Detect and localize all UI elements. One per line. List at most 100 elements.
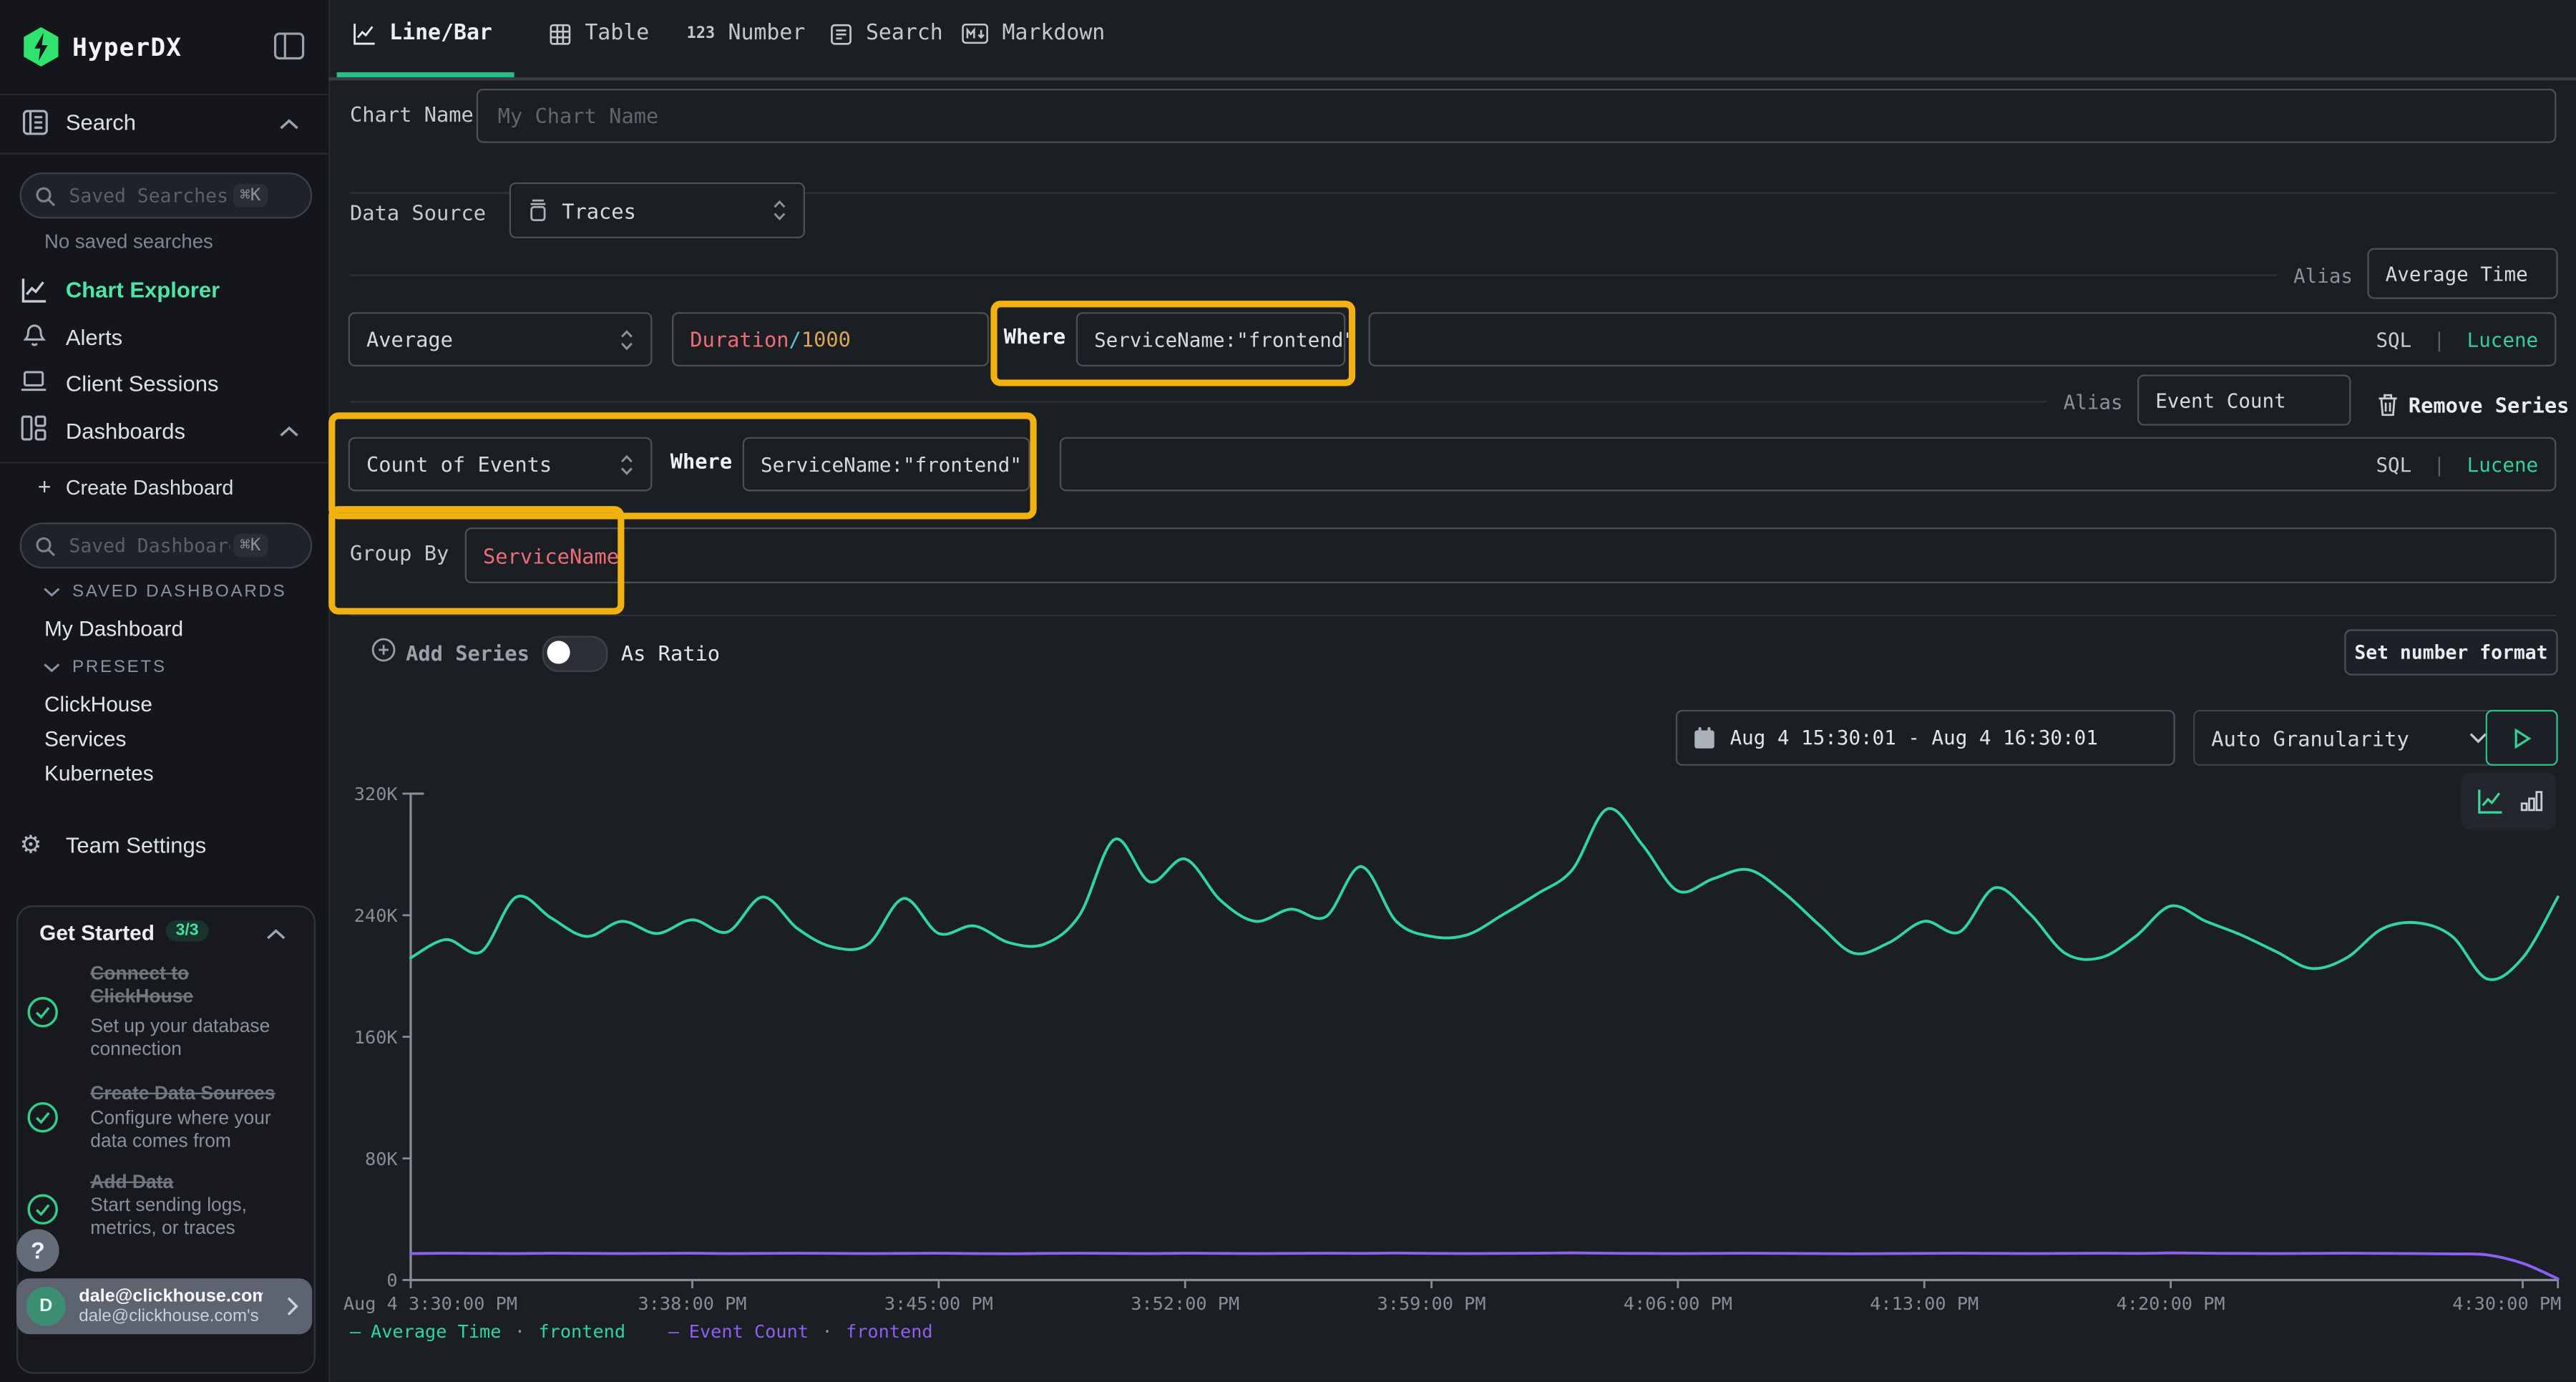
- remove-series-button[interactable]: Remove Series: [2409, 393, 2570, 417]
- profile-chip[interactable]: D dale@clickhouse.com dale@clickhouse.co…: [16, 1278, 312, 1334]
- search-icon: [34, 535, 56, 556]
- as-ratio-toggle[interactable]: [542, 636, 608, 673]
- chevron-up-icon[interactable]: [279, 118, 299, 131]
- y-axis-label: 160K: [354, 1027, 399, 1048]
- granularity-select[interactable]: Auto Granularity: [2193, 710, 2505, 766]
- saved-dashboards-input[interactable]: ⌘K: [20, 522, 313, 568]
- plus-icon: +: [38, 473, 52, 500]
- saved-searches-input[interactable]: ⌘K: [20, 172, 313, 218]
- chart-axes: [411, 794, 2558, 1280]
- group-by-input[interactable]: ServiceName: [465, 527, 2557, 583]
- select-chevrons-icon: [620, 328, 635, 351]
- markdown-icon: [961, 23, 989, 44]
- tab-markdown[interactable]: Markdown: [961, 21, 1105, 46]
- legend-item-average-time[interactable]: — Average Time · frontend: [350, 1321, 625, 1343]
- get-started-item-desc: Start sending logs, metrics, or traces: [90, 1194, 291, 1240]
- select-chevrons-icon: [620, 453, 635, 476]
- dashboards-icon: [20, 414, 48, 442]
- x-axis-label: 3:38:00 PM: [638, 1293, 746, 1314]
- chevron-down-icon[interactable]: [43, 662, 61, 673]
- divider: [0, 94, 328, 95]
- create-dashboard-button[interactable]: Create Dashboard: [66, 477, 234, 500]
- get-started-item-title[interactable]: Create Data Sources: [90, 1083, 297, 1106]
- x-axis-label: 4:30:00 PM: [2452, 1293, 2561, 1314]
- series-1-search-input[interactable]: SQL | Lucene: [1368, 312, 2556, 366]
- lucene-toggle[interactable]: Lucene: [2467, 328, 2539, 351]
- series-2-search-input[interactable]: SQL | Lucene: [1060, 437, 2557, 492]
- y-axis-label: 240K: [354, 905, 399, 926]
- sidebar-item-dashboards[interactable]: Dashboards: [66, 419, 185, 443]
- as-ratio-label: As Ratio: [621, 641, 720, 665]
- saved-dashboards-field[interactable]: [66, 532, 233, 559]
- time-range-picker[interactable]: Aug 4 15:30:01 - Aug 4 16:30:01: [1676, 710, 2175, 766]
- chart-name-input[interactable]: [477, 89, 2557, 143]
- run-query-button[interactable]: [2486, 710, 2558, 766]
- group-by-label: Group By: [350, 540, 449, 565]
- sidebar-item-clickhouse[interactable]: ClickHouse: [44, 692, 152, 716]
- check-circle-icon: [26, 1193, 59, 1226]
- sidebar-item-kubernetes[interactable]: Kubernetes: [44, 761, 154, 785]
- set-number-format-button[interactable]: Set number format: [2344, 629, 2557, 675]
- sql-toggle[interactable]: SQL: [2376, 328, 2411, 351]
- divider: [350, 615, 2556, 616]
- chart-canvas[interactable]: 080K160K240K320KAug 4 3:30:00 PM3:38:00 …: [337, 772, 2571, 1331]
- shortcut-badge: ⌘K: [233, 184, 267, 207]
- y-axis-label: 320K: [354, 784, 399, 804]
- series-2-aggregation-select[interactable]: Count of Events: [348, 437, 653, 492]
- add-series-button[interactable]: Add Series: [406, 641, 530, 665]
- sidebar-item-alerts[interactable]: Alerts: [66, 326, 122, 350]
- sidebar-item-services[interactable]: Services: [44, 726, 126, 751]
- series-line-event-count: [411, 1253, 2558, 1279]
- chart-type-tabbar: Line/Bar Table 123 Number Search Markdow…: [328, 0, 2576, 80]
- y-axis-label: 80K: [365, 1149, 398, 1169]
- search-list-icon: [829, 22, 852, 45]
- group-label-presets[interactable]: PRESETS: [72, 657, 167, 677]
- get-started-item-title[interactable]: Connect to ClickHouse: [90, 963, 288, 1008]
- chart-legend: — Average Time · frontend — Event Count …: [350, 1321, 933, 1343]
- series-1-field-input[interactable]: Duration/1000: [672, 312, 989, 366]
- sidebar-item-my-dashboard[interactable]: My Dashboard: [44, 616, 183, 641]
- series-1-alias-input[interactable]: Average Time: [2367, 248, 2557, 299]
- series-2-alias-input[interactable]: Event Count: [2137, 374, 2351, 425]
- group-label-saved-dashboards[interactable]: SAVED DASHBOARDS: [72, 582, 287, 602]
- series-2-where-input[interactable]: ServiceName:"frontend": [743, 437, 1030, 492]
- chevron-down-icon: [2469, 731, 2487, 744]
- field-token: 1000: [801, 327, 851, 351]
- calendar-icon: [1694, 726, 1715, 749]
- series-1-aggregation-select[interactable]: Average: [348, 312, 653, 366]
- tab-search[interactable]: Search: [829, 21, 942, 46]
- app-window: HyperDX Search ⌘K No saved searches Char…: [0, 0, 2576, 1382]
- sidebar-item-client-sessions[interactable]: Client Sessions: [66, 371, 219, 396]
- collapse-sidebar-button[interactable]: [273, 29, 306, 62]
- chevron-down-icon[interactable]: [43, 587, 61, 598]
- trash-icon: [2377, 393, 2399, 417]
- laptop-icon: [20, 368, 48, 394]
- x-axis-label: 3:45:00 PM: [884, 1293, 993, 1314]
- tab-line-bar[interactable]: Line/Bar: [351, 21, 492, 46]
- get-started-item-title[interactable]: Add Data: [90, 1172, 297, 1194]
- sidebar-item-chart-explorer[interactable]: Chart Explorer: [66, 278, 220, 302]
- x-axis-label: 4:06:00 PM: [1624, 1293, 1732, 1314]
- where-label: Where: [1004, 323, 1065, 348]
- table-icon: [549, 22, 572, 45]
- tab-table[interactable]: Table: [549, 21, 649, 46]
- bell-icon: [21, 322, 48, 350]
- series-1-where-input[interactable]: ServiceName:"frontend": [1076, 312, 1346, 366]
- tab-number[interactable]: 123 Number: [687, 21, 806, 46]
- play-icon: [2513, 727, 2531, 749]
- avatar: D: [26, 1287, 66, 1326]
- legend-dash: —: [668, 1321, 679, 1343]
- legend-item-event-count[interactable]: — Event Count · frontend: [668, 1321, 933, 1343]
- sidebar-item-search[interactable]: Search: [66, 110, 136, 135]
- chevron-up-icon[interactable]: [266, 928, 286, 941]
- lucene-toggle[interactable]: Lucene: [2467, 453, 2539, 476]
- data-source-select[interactable]: Traces: [509, 183, 805, 238]
- saved-searches-field[interactable]: [66, 183, 233, 209]
- x-axis-label: 3:59:00 PM: [1377, 1293, 1486, 1314]
- x-axis-label: Aug 4 3:30:00 PM: [343, 1293, 517, 1314]
- sql-toggle[interactable]: SQL: [2376, 453, 2411, 476]
- chevron-up-icon[interactable]: [279, 426, 299, 439]
- help-button[interactable]: ?: [16, 1229, 59, 1272]
- plus-circle-icon: [371, 638, 396, 662]
- sidebar-item-team-settings[interactable]: Team Settings: [66, 833, 206, 857]
